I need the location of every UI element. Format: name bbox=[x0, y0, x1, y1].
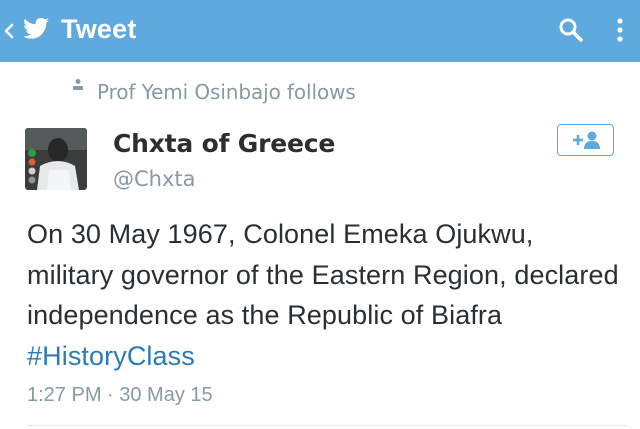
tweet-text: On 30 May 1967, Colonel Emeka Ojukwu, mi… bbox=[27, 214, 627, 376]
add-user-icon bbox=[573, 131, 600, 149]
avatar[interactable] bbox=[25, 128, 87, 190]
divider bbox=[27, 425, 627, 426]
more-vertical-icon[interactable] bbox=[610, 15, 630, 45]
hashtag-link[interactable]: #HistoryClass bbox=[27, 341, 195, 371]
social-context-text: Prof Yemi Osinbajo follows bbox=[97, 80, 356, 104]
chevron-left-icon[interactable] bbox=[3, 21, 15, 41]
twitter-bird-icon[interactable] bbox=[22, 15, 50, 43]
page-title: Tweet bbox=[61, 14, 137, 44]
tweet-timestamp: 1:27 PM · 30 May 15 bbox=[27, 384, 213, 406]
author-handle[interactable]: @Chxta bbox=[113, 167, 196, 191]
app-bar: Tweet bbox=[0, 0, 640, 62]
person-icon bbox=[73, 79, 83, 90]
social-context: Prof Yemi Osinbajo follows bbox=[0, 78, 640, 108]
search-icon[interactable] bbox=[556, 15, 586, 45]
author-display-name[interactable]: Chxta of Greece bbox=[113, 129, 335, 158]
follow-button[interactable] bbox=[557, 124, 614, 156]
tweet-body: On 30 May 1967, Colonel Emeka Ojukwu, mi… bbox=[27, 219, 619, 330]
